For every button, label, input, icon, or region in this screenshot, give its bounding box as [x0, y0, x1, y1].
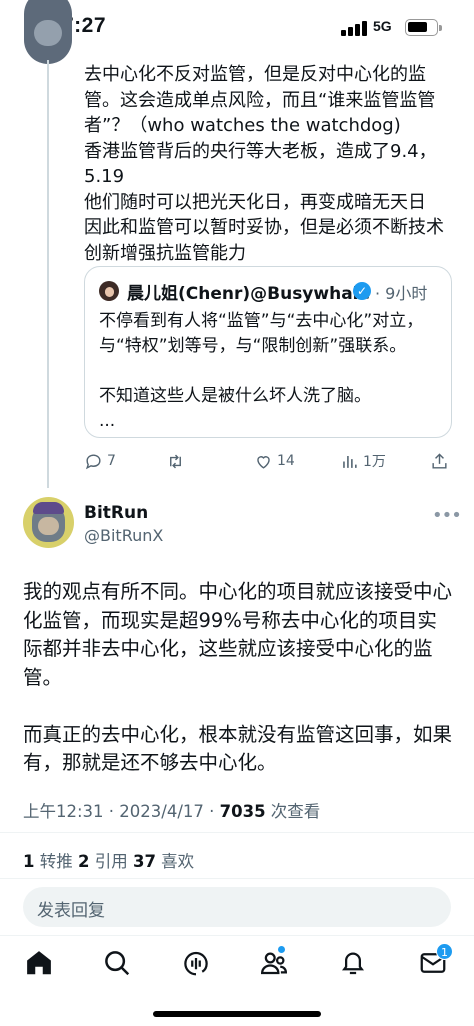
post-meta: 上午12:31 · 2023/4/17 · 7035 次查看: [23, 798, 320, 822]
likes-count[interactable]: 37: [133, 852, 156, 871]
share-button[interactable]: [430, 449, 453, 473]
verified-icon: ✓: [353, 282, 371, 300]
reply-placeholder: 发表回复: [37, 901, 105, 921]
tab-bar: [0, 935, 474, 995]
post-timestamp: 上午12:31 · 2023/4/17 ·: [23, 802, 220, 821]
quote-author-avatar: [99, 281, 119, 301]
post-author-handle[interactable]: @BitRunX: [84, 526, 163, 545]
quotes-count[interactable]: 2: [78, 852, 89, 871]
divider: [0, 832, 474, 833]
spaces-icon: [184, 951, 208, 976]
network-type: 5G: [373, 18, 392, 34]
retweets-label[interactable]: 转推: [34, 852, 78, 871]
reply-text: 去中心化不反对监管，但是反对中心化的监管。这会造成单点风险，而且“谁来监管监管者…: [84, 64, 444, 264]
post-view-label: 次查看: [265, 802, 321, 821]
tab-communities[interactable]: [259, 946, 289, 978]
tab-spaces[interactable]: [181, 948, 211, 978]
retweet-icon: [170, 454, 181, 468]
views-icon: [343, 455, 357, 468]
comment-count: 7: [107, 453, 116, 469]
battery-icon: [405, 19, 442, 36]
tab-home[interactable]: [24, 948, 54, 978]
post-stats: 1 转推 2 引用 37 喜欢: [23, 848, 194, 872]
quoted-tweet[interactable]: 晨儿姐(Chenr)@Busywhale ✓ · 9小时 不停看到有人将“监管”…: [84, 266, 452, 438]
share-icon: [432, 452, 447, 469]
retweet-button[interactable]: [166, 449, 189, 473]
comment-button[interactable]: 7: [84, 449, 116, 473]
views-count: 1万: [363, 454, 386, 470]
tab-notifications[interactable]: [338, 948, 368, 978]
like-button[interactable]: 14: [254, 449, 295, 473]
tab-search[interactable]: [102, 948, 132, 978]
communities-icon: [260, 952, 288, 975]
views-button[interactable]: 1万: [340, 449, 386, 473]
communities-dot: [278, 946, 285, 953]
retweets-count[interactable]: 1: [23, 852, 34, 871]
likes-label[interactable]: 喜欢: [156, 852, 194, 871]
quote-author-name: 晨儿姐(Chenr)@Busywhale: [127, 284, 371, 304]
quote-time: · 9小时: [375, 284, 428, 303]
heart-icon: [257, 455, 270, 469]
quote-body: 不停看到有人将“监管”与“去中心化”对立，与“特权”划等号，与“限制创新”强联系…: [99, 311, 424, 431]
comment-icon: [85, 453, 101, 469]
more-options-icon[interactable]: •••: [432, 505, 462, 526]
messages-badge: 1: [436, 943, 453, 960]
home-icon: [27, 951, 51, 975]
home-indicator[interactable]: [153, 1011, 321, 1017]
post-text: 我的观点有所不同。中心化的项目就应该接受中心化监管，而现实是超99%号称去中心化…: [23, 580, 453, 774]
divider: [0, 878, 474, 879]
reply-actions: 7 14 1万: [84, 449, 456, 473]
post-author-name[interactable]: BitRun: [84, 503, 148, 523]
search-icon: [105, 951, 130, 976]
post-view-count: 7035: [219, 802, 266, 821]
signal-icon: [341, 20, 367, 36]
notifications-icon: [342, 952, 364, 975]
like-count: 14: [277, 453, 295, 469]
post-author-avatar[interactable]: [23, 497, 74, 548]
reply-author-avatar[interactable]: [24, 0, 72, 64]
reply-input[interactable]: 发表回复: [23, 887, 451, 927]
quotes-label[interactable]: 引用: [89, 852, 133, 871]
thread-line: [47, 60, 49, 488]
